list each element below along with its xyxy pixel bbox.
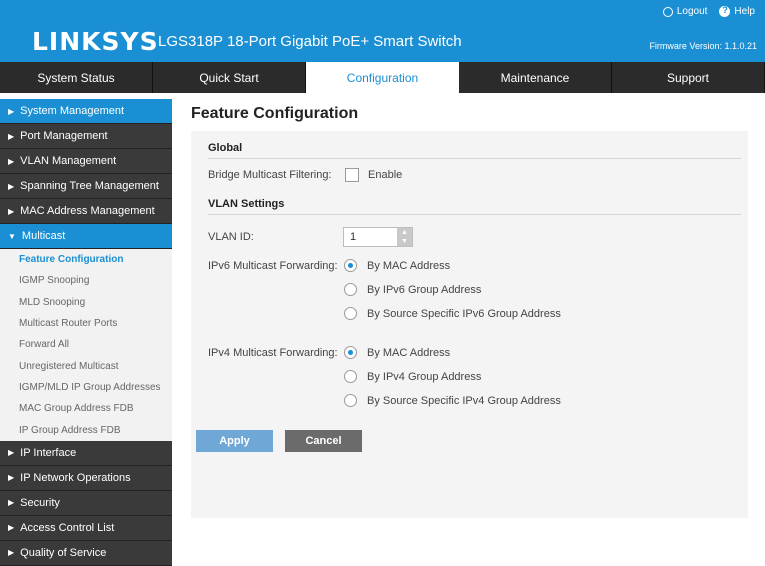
chevron-right-icon: ▶ [8,548,15,558]
product-name: LGS318P 18-Port Gigabit PoE+ Smart Switc… [158,33,462,50]
vlan-id-input[interactable]: 1 ▲ ▼ [343,227,413,247]
sidebar-sub-forward-all[interactable]: Forward All [0,334,172,356]
firmware-version: Firmware Version: 1.1.0.21 [649,41,757,51]
help-link[interactable]: Help [719,5,755,17]
chevron-right-icon: ▶ [8,498,15,508]
section-title-vlan-settings: VLAN Settings [208,198,285,210]
bridge-multicast-label: Bridge Multicast Filtering: [208,169,332,181]
sidebar-item-label: VLAN Management [20,155,117,167]
logout-label: Logout [676,6,708,17]
sidebar-item-access-control-list[interactable]: ▶ Access Control List [0,515,172,541]
radio-ipv6-by-mac-label: By MAC Address [367,260,451,272]
sidebar-item-vlan-management[interactable]: ▶ VLAN Management [0,149,172,174]
sidebar-item-multicast[interactable]: ▼ Multicast [0,224,172,249]
sidebar-item-label: Access Control List [20,521,115,534]
chevron-right-icon: ▶ [8,106,15,116]
page-title: Feature Configuration [191,105,359,122]
config-panel: Global Bridge Multicast Filtering: Enabl… [191,131,748,518]
chevron-right-icon: ▶ [8,523,15,533]
sidebar-sub-unregistered-multicast[interactable]: Unregistered Multicast [0,355,172,377]
sidebar-item-label: Port Management [20,130,108,142]
help-icon [719,5,731,17]
chevron-right-icon: ▶ [8,156,15,166]
sidebar: ▶ System Management ▶ Port Management ▶ VLA… [0,99,172,566]
sidebar-item-label: Security [20,496,60,509]
tab-maintenance[interactable]: Maintenance [459,62,612,93]
sidebar-item-ip-network-operations[interactable]: ▶ IP Network Operations [0,465,172,491]
sidebar-item-security[interactable]: ▶ Security [0,490,172,516]
apply-button[interactable]: Apply [196,430,273,452]
sidebar-sub-ip-group-fdb[interactable]: IP Group Address FDB [0,419,172,441]
ipv6-forwarding-label: IPv6 Multicast Forwarding: [208,260,338,272]
radio-ipv6-by-source[interactable] [344,307,357,320]
sidebar-item-quality-of-service[interactable]: ▶ Quality of Service [0,540,172,566]
sidebar-item-label: MAC Address Management [20,205,155,217]
sidebar-item-spanning-tree[interactable]: ▶ Spanning Tree Management [0,174,172,199]
radio-ipv6-by-group-label: By IPv6 Group Address [367,284,482,296]
header-bar: LINKSYS LGS318P 18-Port Gigabit PoE+ Sma… [0,0,765,62]
radio-ipv6-by-source-label: By Source Specific IPv6 Group Address [367,308,561,320]
sidebar-item-label: Quality of Service [20,546,107,559]
radio-ipv4-by-source-label: By Source Specific IPv4 Group Address [367,395,561,407]
linksys-logo: LINKSYS [32,27,159,56]
sidebar-item-label: Multicast [21,230,66,242]
spinner-icon[interactable]: ▲ ▼ [397,228,412,246]
bridge-multicast-checkbox[interactable] [345,168,359,182]
sidebar-item-label: IP Network Operations [20,471,131,484]
chevron-right-icon: ▶ [8,206,15,216]
power-icon [662,6,673,17]
sidebar-item-port-management[interactable]: ▶ Port Management [0,124,172,149]
sidebar-sub-mld-snooping[interactable]: MLD Snooping [0,291,172,313]
sidebar-item-label: System Management [20,105,125,117]
sidebar-sub-igmp-mld-ip-group[interactable]: IGMP/MLD IP Group Addresses [0,376,172,399]
sidebar-item-label: Spanning Tree Management [20,180,159,192]
logout-link[interactable]: Logout [662,6,708,17]
chevron-down-icon: ▼ [8,231,16,241]
radio-ipv6-by-group[interactable] [344,283,357,296]
vlan-id-value: 1 [350,231,357,243]
divider [208,214,741,215]
sidebar-item-label: IP Interface [20,446,77,459]
radio-ipv4-by-mac-label: By MAC Address [367,347,451,359]
radio-ipv4-by-mac[interactable] [344,346,357,359]
main-content: Feature Configuration Global Bridge Mult… [191,99,751,518]
sidebar-item-mac-address[interactable]: ▶ MAC Address Management [0,199,172,224]
section-title-global: Global [208,142,243,154]
cancel-button[interactable]: Cancel [285,430,362,452]
chevron-right-icon: ▶ [8,181,15,191]
sidebar-sub-feature-configuration[interactable]: Feature Configuration [0,249,172,271]
chevron-right-icon: ▶ [8,131,15,141]
help-label: Help [734,6,755,17]
chevron-right-icon: ▶ [8,473,15,483]
main-nav: System Status Quick Start Configuration … [0,62,765,93]
sidebar-sub-mac-group-fdb[interactable]: MAC Group Address FDB [0,398,172,420]
radio-ipv4-by-group[interactable] [344,370,357,383]
tab-support[interactable]: Support [612,62,765,93]
radio-ipv6-by-mac[interactable] [344,259,357,272]
vlan-id-label: VLAN ID: [208,231,254,243]
sidebar-item-ip-interface[interactable]: ▶ IP Interface [0,440,172,466]
sidebar-sub-igmp-snooping[interactable]: IGMP Snooping [0,270,172,292]
sidebar-item-system-management[interactable]: ▶ System Management [0,99,172,124]
radio-ipv4-by-group-label: By IPv4 Group Address [367,371,482,383]
sidebar-sub-multicast-router-ports[interactable]: Multicast Router Ports [0,312,172,335]
top-links: Logout Help [662,5,755,17]
divider [208,158,741,159]
ipv4-forwarding-label: IPv4 Multicast Forwarding: [208,347,338,359]
tab-quick-start[interactable]: Quick Start [153,62,306,93]
radio-ipv4-by-source[interactable] [344,394,357,407]
tab-configuration[interactable]: Configuration [306,62,459,93]
tab-system-status[interactable]: System Status [0,62,153,93]
enable-label: Enable [368,169,403,181]
chevron-right-icon: ▶ [8,448,15,458]
